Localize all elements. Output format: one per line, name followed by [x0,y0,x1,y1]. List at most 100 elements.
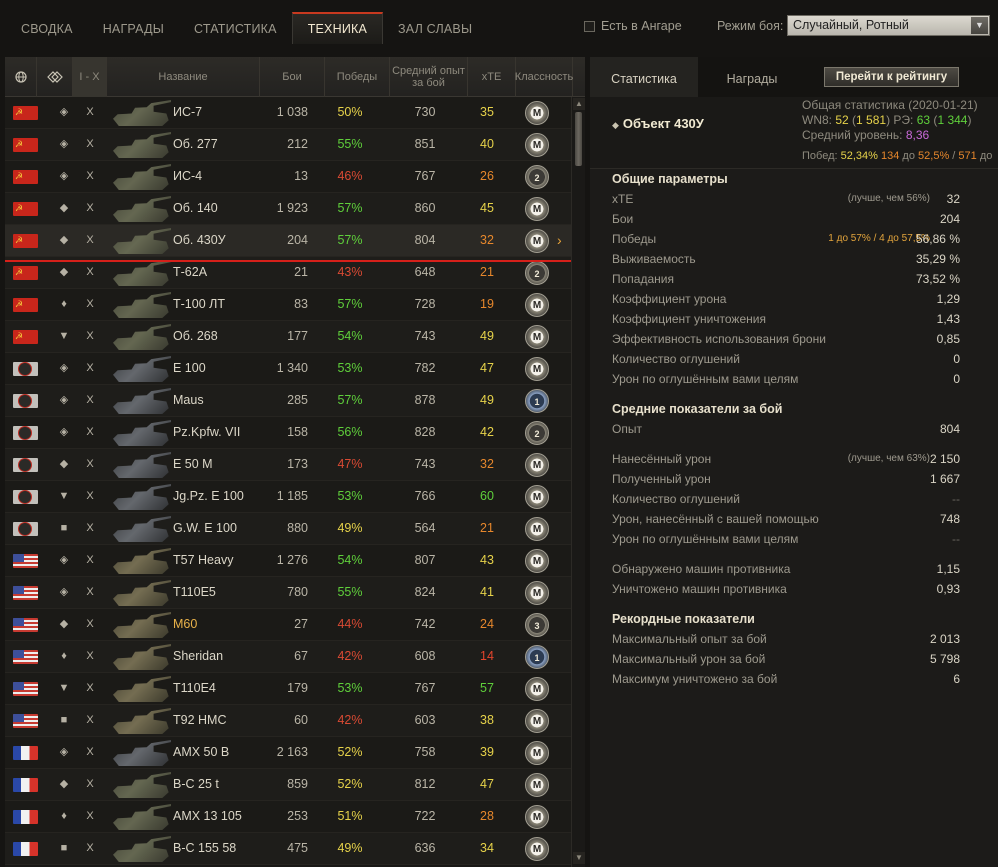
stat-row: Коэффициент уничтожения 1,43 [612,309,960,329]
vehicle-type-icon: ◈ [59,426,69,438]
tier-level: X [86,234,94,246]
stat-value: 0,93 [936,582,960,596]
table-row[interactable]: ◈XИС-41346%767262 [5,161,571,193]
avg-level-label: Средний уровень: [802,128,903,142]
table-row[interactable]: ■ X G.W. E 100 880 49% 564 21 M [5,513,571,545]
table-row[interactable]: ◆ X M60 27 44% 742 24 3 [5,609,571,641]
vehicle-type-icon: ■ [60,842,68,854]
stat-label: xTE [612,192,634,206]
summary-ratings: WN8: 52 (1 581) РЭ: 63 (1 344) [802,113,972,127]
vehicle-type-icon: ♦ [61,810,67,822]
chevron-down-icon[interactable]: ▼ [971,17,988,34]
tier-icon [46,71,63,83]
table-row[interactable]: ◈ X Maus 285 57% 878 49 1 [5,385,571,417]
tier-level: X [86,106,94,118]
battle-mode-value: Случайный, Ротный [793,18,909,32]
vehicle-type-icon: ◈ [59,394,69,406]
table-row[interactable]: ♦XТ-100 ЛТ8357%72819M [5,289,571,321]
table-scrollbar[interactable]: ▲ ▼ [571,97,585,867]
battle-mode-select[interactable]: Случайный, Ротный ▼ [787,15,990,36]
scroll-down-icon[interactable]: ▼ [573,852,585,864]
table-row[interactable]: ◆ X E 50 M 173 47% 743 32 M [5,449,571,481]
table-row[interactable]: ♦ X Sheridan 67 42% 608 14 1 [5,641,571,673]
xte-value: 60 [480,489,494,503]
sort-by-xte[interactable]: xTE [468,57,516,97]
win-rate: 42% [337,649,363,663]
avg-exp: 730 [414,105,436,119]
table-row[interactable]: ■ X B-C 155 58 475 49% 636 34 M [5,833,571,865]
table-row[interactable]: ◈XОб. 27721255%85140M [5,129,571,161]
ussr-flag-icon [13,266,38,280]
xte-value: 40 [480,137,494,151]
xte-value: 26 [480,169,494,183]
table-row[interactable]: ■ X T92 HMC 60 42% 603 38 M [5,705,571,737]
vehicle-name: Объект 430У [622,116,704,131]
tab-0[interactable]: СВОДКА [6,12,88,44]
battles-count: 1 340 [276,361,308,375]
tier-level: X [86,778,94,790]
win-rate: 44% [337,617,363,631]
stat-row: Урон по оглушённым вами целям 0 [612,369,960,389]
usa-flag-icon [13,682,38,696]
tank-image [113,580,171,606]
globe-icon [14,71,27,83]
battles-count: 780 [287,585,308,599]
tier-level: X [86,170,94,182]
tab-awards[interactable]: Награды [698,57,806,97]
sort-by-battles[interactable]: Бои [260,57,325,97]
sort-by-nation[interactable] [5,57,37,97]
win-rate: 57% [337,233,363,247]
table-row[interactable]: ◆XОб. 1401 92357%86045M [5,193,571,225]
table-row[interactable]: ◈ X T57 Heavy 1 276 54% 807 43 M [5,545,571,577]
wn8-value: 52 [835,113,849,127]
stat-row: Нанесённый урон (лучше, чем 63%) 2 150 [612,449,960,469]
table-row[interactable]: ▼ X Jg.Pz. E 100 1 185 53% 766 60 M [5,481,571,513]
table-row[interactable]: ◈ X E 100 1 340 53% 782 47 M [5,353,571,385]
sort-by-type[interactable] [37,57,73,97]
table-row[interactable]: ▼ X T110E4 179 53% 767 57 M [5,673,571,705]
usa-flag-icon [13,650,38,664]
table-row[interactable]: ◈ X Pz.Kpfw. VII 158 56% 828 42 2 [5,417,571,449]
avg-exp: 804 [414,233,436,247]
tier-level: X [86,554,94,566]
sort-by-name[interactable]: Название [107,57,260,97]
table-row[interactable]: ◈ X T110E5 780 55% 824 41 M [5,577,571,609]
sort-by-class[interactable]: Классность [515,57,573,97]
stat-row: Попадания 73,52 % [612,269,960,289]
mastery-badge-icon: M [525,773,549,797]
in-hangar-checkbox[interactable] [584,20,595,32]
table-row[interactable]: ◆XОб. 430У20457%80432M› [5,225,571,257]
vehicle-type-icon: ◈ [59,170,69,182]
go-to-rating-button[interactable]: Перейти к рейтингу [824,67,959,87]
tab-4[interactable]: ЗАЛ СЛАВЫ [383,12,487,44]
stat-label: Урон по оглушённым вами целям [612,532,799,546]
tab-1[interactable]: НАГРАДЫ [88,12,179,44]
tier-level: X [86,522,94,534]
vehicle-type-icon: ♦ [61,650,67,662]
table-row[interactable]: ♦ X AMX 13 105 253 51% 722 28 M [5,801,571,833]
tab-3[interactable]: ТЕХНИКА [291,12,384,44]
stat-label: Эффективность использования брони [612,332,826,346]
tab-2[interactable]: СТАТИСТИКА [179,12,292,44]
in-hangar-filter[interactable]: Есть в Ангаре [584,19,682,33]
sort-by-wins[interactable]: Победы [325,57,390,97]
scroll-thumb[interactable] [575,112,582,166]
wins-tail: до [979,150,993,162]
scroll-up-icon[interactable]: ▲ [573,98,585,110]
table-row[interactable]: ◆ X B-C 25 t 859 52% 812 47 M [5,769,571,801]
wins-mid: до [902,150,915,162]
sort-by-level[interactable]: I - X [73,57,107,97]
mastery-badge-icon: M [525,517,549,541]
battles-count: 158 [287,425,308,439]
tab-statistics[interactable]: Статистика [590,57,698,97]
tank-image [113,324,171,350]
tank-image [113,164,171,190]
table-row[interactable]: ▼XОб. 26817754%74349M [5,321,571,353]
table-row[interactable]: ◈XИС-71 03850%73035M [5,97,571,129]
battles-count: 880 [287,521,308,535]
stat-label: Количество оглушений [612,352,740,366]
stat-label: Урон по оглушённым вами целям [612,372,799,386]
table-row[interactable]: ◈ X AMX 50 B2 163 52% 758 39 M [5,737,571,769]
sort-by-avg-exp[interactable]: Средний опыт за бой [390,57,468,97]
